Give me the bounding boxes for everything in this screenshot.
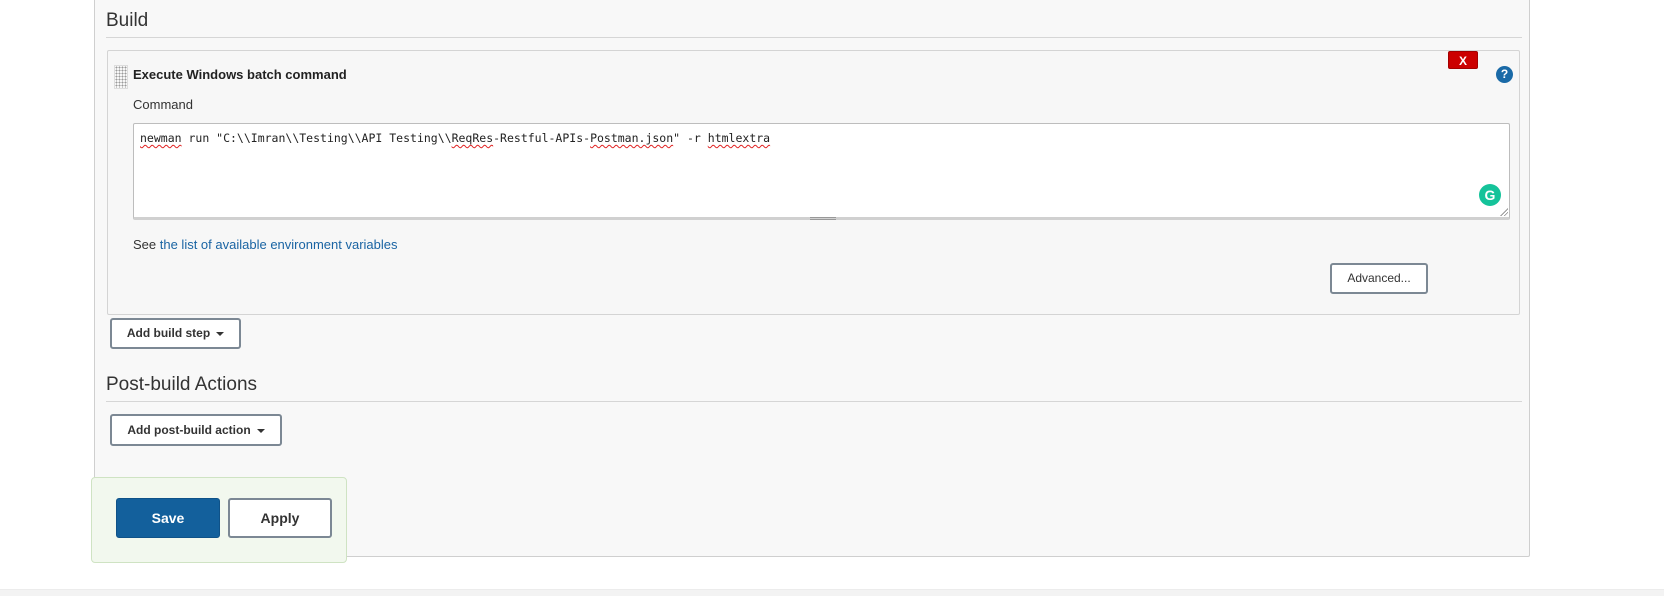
env-variables-link[interactable]: the list of available environment variab… [160, 237, 398, 252]
add-post-build-action-button[interactable]: Add post-build action [110, 414, 282, 446]
caret-down-icon [256, 428, 265, 433]
delete-step-button[interactable]: X [1448, 51, 1478, 69]
save-button[interactable]: Save [116, 498, 220, 538]
add-build-step-button[interactable]: Add build step [110, 318, 241, 349]
command-text: newman run "C:\\Imran\\Testing\\API Test… [140, 131, 770, 145]
apply-button[interactable]: Apply [228, 498, 332, 538]
command-token: " -r [673, 131, 708, 145]
add-build-step-label: Add build step [126, 326, 211, 340]
command-token: ReqRes [451, 131, 494, 145]
command-token: htmlextra [707, 131, 771, 145]
env-variables-hint: See the list of available environment va… [133, 237, 398, 252]
command-token: newman [140, 131, 182, 145]
textarea-expand-handle[interactable] [810, 217, 836, 220]
add-post-build-action-label: Add post-build action [127, 423, 251, 437]
textarea-resize-handle[interactable] [1499, 207, 1508, 216]
post-build-section-title: Post-build Actions [106, 374, 258, 395]
caret-down-icon [216, 331, 225, 336]
command-token: run "C:\\Imran\\Testing\\API Testing\\ [181, 131, 452, 145]
command-token: -Restful-APIs- [493, 131, 591, 145]
grammarly-icon[interactable]: G [1479, 184, 1501, 206]
command-token: Postman.json [590, 131, 674, 145]
command-textarea[interactable]: newman run "C:\\Imran\\Testing\\API Test… [133, 123, 1510, 220]
help-icon[interactable]: ? [1496, 66, 1513, 83]
form-actions-bar: Save Apply [91, 477, 347, 563]
drag-handle-icon[interactable] [114, 65, 128, 89]
build-step-title: Execute Windows batch command [133, 67, 347, 82]
env-variables-prefix: See [133, 237, 160, 252]
advanced-button[interactable]: Advanced... [1330, 263, 1428, 294]
command-label: Command [133, 97, 193, 112]
build-section-title: Build [106, 10, 149, 31]
build-section-divider [106, 37, 1522, 38]
post-build-section-divider [106, 401, 1522, 402]
build-step-execute-windows-batch: Execute Windows batch command X ? Comman… [107, 50, 1520, 315]
